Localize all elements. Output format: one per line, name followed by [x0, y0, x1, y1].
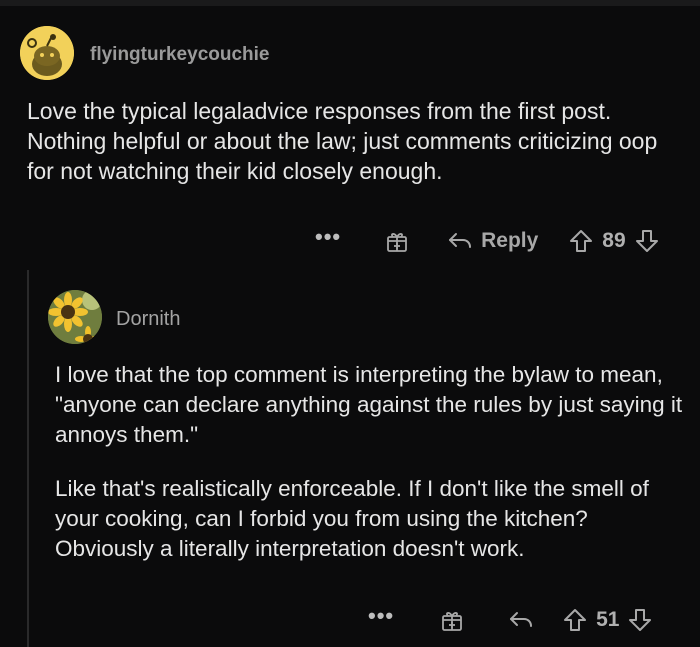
downvote-icon[interactable] [627, 607, 653, 633]
top-bar [0, 0, 700, 6]
thread-line[interactable] [27, 270, 29, 647]
comment-username[interactable]: flyingturkeycouchie [90, 44, 270, 66]
reply-arrow-icon [508, 609, 534, 631]
more-options-button[interactable]: ••• [315, 224, 341, 250]
snoo-avatar-icon [20, 26, 74, 80]
downvote-icon[interactable] [634, 228, 660, 254]
comment-body: Love the typical legaladvice responses f… [27, 98, 658, 184]
comment-actions: ••• 51 [368, 603, 653, 637]
user-avatar[interactable] [20, 26, 74, 80]
vote-count: 51 [596, 608, 620, 631]
award-icon[interactable] [440, 608, 464, 632]
reply-button[interactable]: Reply [447, 229, 538, 253]
sunflower-avatar-icon [48, 290, 102, 344]
more-options-button[interactable]: ••• [368, 603, 394, 629]
award-icon[interactable] [385, 229, 409, 253]
upvote-icon[interactable] [568, 228, 594, 254]
comment-username[interactable]: Dornith [116, 308, 180, 331]
comment-body: I love that the top comment is interpret… [55, 360, 685, 588]
user-avatar[interactable] [48, 290, 102, 344]
reply-button[interactable] [508, 609, 534, 631]
reply-arrow-icon [447, 230, 473, 252]
vote-count: 89 [602, 229, 626, 252]
reply-label: Reply [481, 229, 539, 252]
comment-paragraph: I love that the top comment is interpret… [55, 362, 683, 447]
comment-paragraph: Like that's realistically enforceable. I… [55, 476, 649, 561]
comment-actions: ••• Reply 89 [315, 224, 660, 258]
upvote-icon[interactable] [562, 607, 588, 633]
